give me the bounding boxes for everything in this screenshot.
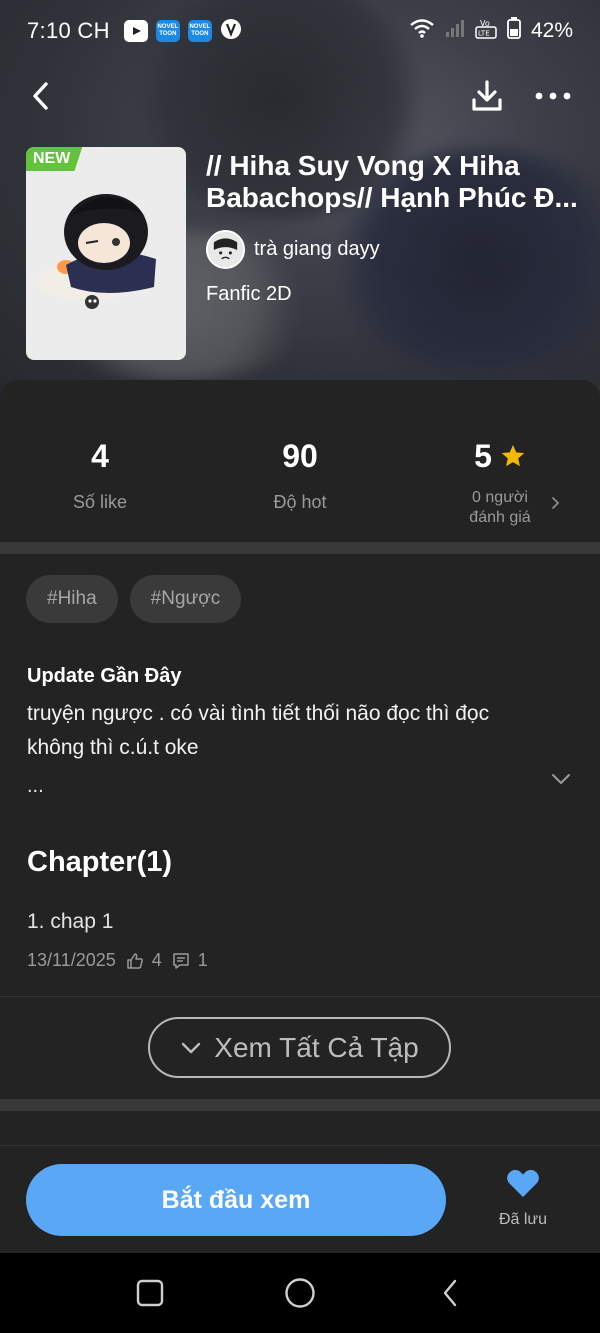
chevron-right-icon[interactable] [550,495,562,511]
divider [0,996,600,997]
section-divider [0,542,600,554]
heart-icon [507,1169,539,1197]
wifi-icon [409,18,435,44]
likes-count: 4 [91,437,109,474]
stats-row: 4 Số like 90 Độ hot 5 0 người đánh giá [0,380,600,542]
system-back-button[interactable] [430,1273,470,1313]
noveltoon-icon: NOVEL TOON [155,20,180,42]
chapter-heading: Chapter(1) [27,846,173,878]
chapter-date: 13/11/2025 [27,950,116,970]
view-all-chapters-button[interactable]: Xem Tất Cả Tập [148,1017,451,1078]
chevron-down-icon [182,1042,201,1053]
new-badge: NEW [26,147,83,171]
save-button[interactable]: Đã lưu [488,1168,558,1229]
rating-value: 5 [474,437,492,474]
recent-apps-button[interactable] [130,1273,170,1313]
story-cover[interactable]: NEW [26,147,186,360]
rating-count-label: 0 người [472,489,528,506]
svg-text:LTE: LTE [478,30,490,38]
vpn-icon [220,18,242,45]
signal-icon [445,18,465,44]
recent-apps-icon [136,1279,164,1307]
tag-nguoc[interactable]: #Ngược [129,575,242,623]
notification-icons: NOVEL TOON NOVEL TOON [123,18,242,45]
thumbs-up-icon [127,952,143,969]
chevron-down-icon[interactable] [550,772,572,786]
cover-illustration [38,194,156,309]
tag-hiha[interactable]: #Hiha [26,575,118,623]
author-avatar[interactable] [206,230,245,269]
star-icon [501,444,525,467]
system-navigation-bar [0,1253,600,1333]
noveltoon-icon-2: NOVEL TOON [187,20,212,42]
rating-count-label-2: đánh giá [469,509,531,526]
status-time: 7:10 CH [27,18,110,43]
likes-label: Số like [72,492,128,512]
battery-percent: 42% [530,19,573,42]
chevron-left-icon [33,82,48,110]
volte-icon: Vo LTE [475,17,497,45]
chapter-name[interactable]: 1. chap 1 [27,910,567,934]
hot-label: Độ hot [273,492,327,512]
youtube-icon [123,20,148,42]
update-description: truyện ngược . có vài tình tiết thối não… [27,702,490,759]
home-circle-icon [285,1278,315,1308]
more-options-button[interactable] [530,74,576,118]
back-arrow-icon [443,1279,457,1307]
save-label: Đã lưu [498,1211,548,1228]
more-dots-icon [535,92,571,100]
battery-icon [507,17,521,45]
details-sheet: 4 Số like 90 Độ hot 5 0 người đánh giá #… [0,380,600,1253]
story-title: // Hiha Suy Vong X Hiha Babachops// Hạnh… [206,150,578,213]
update-title: Update Gần Đây [27,665,182,687]
author-row[interactable]: trà giang dayy [206,230,380,269]
update-ellipsis: ... [27,775,44,797]
section-divider-2 [0,1099,600,1111]
comment-icon [173,952,189,969]
chapter-item[interactable]: 1. chap 1 13/11/2025 4 1 [27,910,567,971]
download-button[interactable] [466,74,508,118]
home-button[interactable] [280,1273,320,1313]
status-bar: 7:10 CH NOVEL TOON NOVEL TOON Vo LTE 42% [0,0,600,62]
start-reading-button[interactable]: Bắt đầu xem [26,1164,446,1236]
bottom-action-bar: Bắt đầu xem Đã lưu [0,1145,600,1253]
chapter-comments: 1 [197,950,208,970]
chapter-likes: 4 [151,950,162,970]
svg-text:Vo: Vo [480,19,490,28]
tag-list: #Hiha #Ngược [26,575,242,623]
download-icon [472,80,502,111]
stat-likes: 4 Số like [0,436,200,513]
stat-hot: 90 Độ hot [200,436,400,513]
story-genre: Fanfic 2D [206,283,292,305]
stat-rating[interactable]: 5 0 người đánh giá [400,436,600,528]
top-navigation [0,70,600,122]
back-button[interactable] [20,74,60,118]
view-all-label: Xem Tất Cả Tập [214,1031,419,1063]
hot-count: 90 [282,437,318,474]
author-name[interactable]: trà giang dayy [254,238,380,261]
